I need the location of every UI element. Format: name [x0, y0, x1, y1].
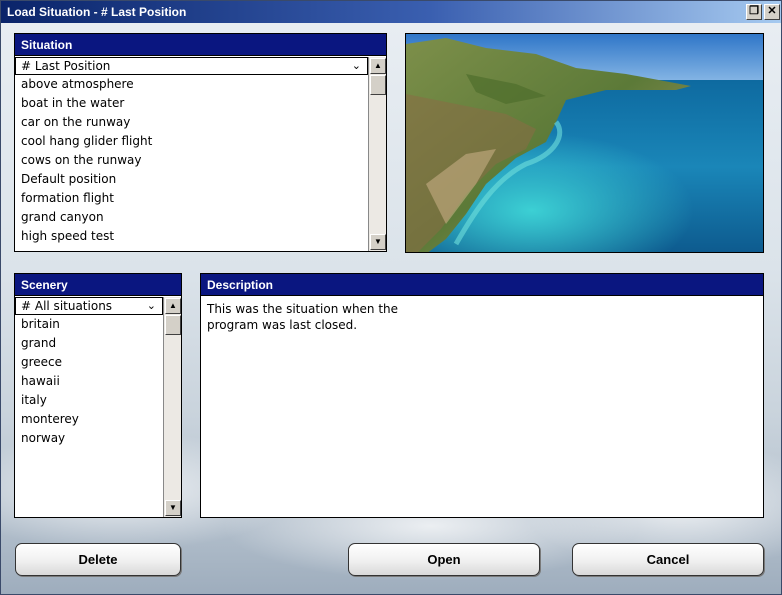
scroll-down-button[interactable]: ▼	[165, 500, 181, 516]
load-situation-window: Load Situation - # Last Position ❐ ✕ Sit…	[0, 0, 782, 595]
scroll-up-button[interactable]: ▲	[165, 298, 181, 314]
situation-panel: Situation # Last Position ⌄ above atmosp…	[14, 33, 387, 252]
scenery-selected: # All situations	[21, 299, 113, 313]
scroll-thumb[interactable]	[370, 75, 386, 95]
scroll-up-button[interactable]: ▲	[370, 58, 386, 74]
situation-scrollbar[interactable]: ▲ ▼	[368, 57, 386, 251]
scenery-item[interactable]: hawaii	[15, 372, 163, 391]
scenery-panel: Scenery # All situations ⌄ britain grand…	[14, 273, 182, 518]
situation-list[interactable]: # Last Position ⌄ above atmosphere boat …	[15, 57, 386, 251]
close-button[interactable]: ✕	[764, 4, 780, 20]
description-header: Description	[201, 274, 763, 296]
triangle-up-icon: ▲	[169, 301, 177, 310]
situation-item[interactable]: grand canyon	[15, 208, 368, 227]
scenery-item[interactable]: britain	[15, 315, 163, 334]
description-panel: Description This was the situation when …	[200, 273, 764, 518]
chevron-down-icon: ⌄	[351, 59, 361, 72]
title-bar[interactable]: Load Situation - # Last Position	[1, 1, 781, 23]
situation-item[interactable]: cool hang glider flight	[15, 132, 368, 151]
close-icon: ✕	[767, 5, 777, 17]
scenery-scrollbar[interactable]: ▲ ▼	[163, 297, 181, 517]
scenery-list[interactable]: # All situations ⌄ britain grand greece …	[15, 297, 181, 517]
delete-button[interactable]: Delete	[15, 543, 181, 576]
scroll-down-button[interactable]: ▼	[370, 234, 386, 250]
situation-item[interactable]: high speed test	[15, 227, 368, 246]
description-text: This was the situation when the program …	[207, 302, 399, 332]
scenery-item[interactable]: greece	[15, 353, 163, 372]
situation-item[interactable]: cows on the runway	[15, 151, 368, 170]
triangle-up-icon: ▲	[374, 61, 382, 70]
situation-item[interactable]: car on the runway	[15, 113, 368, 132]
open-button[interactable]: Open	[348, 543, 540, 576]
scenery-item[interactable]: norway	[15, 429, 163, 448]
window-title: Load Situation - # Last Position	[7, 5, 187, 19]
scenery-item[interactable]: grand	[15, 334, 163, 353]
situation-dropdown[interactable]: # Last Position ⌄	[15, 57, 368, 75]
scenery-item[interactable]: monterey	[15, 410, 163, 429]
situation-item[interactable]: formation flight	[15, 189, 368, 208]
scroll-thumb[interactable]	[165, 315, 181, 335]
scenery-dropdown[interactable]: # All situations ⌄	[15, 297, 163, 315]
cancel-button[interactable]: Cancel	[572, 543, 764, 576]
scenery-header: Scenery	[15, 274, 181, 296]
restore-icon: ❐	[749, 5, 759, 17]
scenery-item[interactable]: italy	[15, 391, 163, 410]
chevron-down-icon: ⌄	[146, 299, 156, 312]
situation-selected: # Last Position	[21, 59, 111, 73]
situation-item[interactable]: above atmosphere	[15, 75, 368, 94]
situation-item[interactable]: boat in the water	[15, 94, 368, 113]
triangle-down-icon: ▼	[374, 237, 382, 246]
triangle-down-icon: ▼	[169, 503, 177, 512]
restore-button[interactable]: ❐	[746, 4, 762, 20]
coastline-image	[406, 34, 763, 252]
situation-item[interactable]: Default position	[15, 170, 368, 189]
situation-header: Situation	[15, 34, 386, 56]
situation-preview-image	[405, 33, 764, 253]
